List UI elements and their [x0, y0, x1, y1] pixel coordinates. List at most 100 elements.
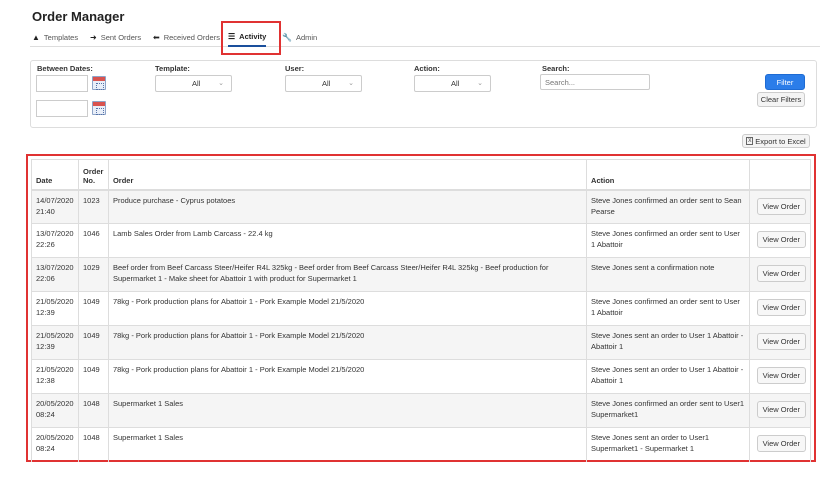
main-nav: ▲ Templates ➜ Sent Orders ⬅ Received Ord…: [30, 28, 820, 47]
cell-date: 21/05/2020 12:39: [31, 325, 79, 360]
table-row: 21/05/2020 12:39 1049 78kg - Pork produc…: [31, 291, 812, 326]
table-header-row: Date Order No. Order Action: [31, 159, 812, 191]
view-order-button[interactable]: View Order: [756, 333, 806, 350]
cell-action: Steve Jones sent an order to User 1 Abat…: [586, 359, 750, 394]
tab-label: Sent Orders: [100, 32, 142, 42]
template-select[interactable]: All ⌄: [155, 75, 232, 92]
search-label: Search:: [542, 64, 570, 73]
cell-button: View Order: [748, 359, 812, 394]
view-order-button[interactable]: View Order: [756, 367, 806, 384]
cell-order-no: 1046: [77, 223, 109, 258]
cell-order-no: 1049: [77, 325, 109, 360]
cell-action: Steve Jones confirmed an order sent to U…: [586, 393, 750, 428]
cell-date: 21/05/2020 12:39: [31, 291, 79, 326]
start-date-input[interactable]: [36, 75, 88, 92]
cell-order: Beef order from Beef Carcass Steer/Heife…: [107, 257, 587, 292]
cell-order: Lamb Sales Order from Lamb Carcass - 22.…: [107, 223, 587, 258]
cell-action: Steve Jones confirmed an order sent to S…: [586, 189, 750, 224]
search-input[interactable]: [540, 74, 650, 90]
tab-label: Admin: [295, 32, 318, 42]
clear-filters-button[interactable]: Clear Filters: [757, 92, 805, 107]
cell-order-no: 1048: [77, 427, 109, 462]
cell-button: View Order: [748, 291, 812, 326]
view-order-button[interactable]: View Order: [756, 197, 806, 215]
cell-date: 13/07/2020 22:26: [31, 223, 79, 258]
export-label: Export to Excel: [755, 136, 806, 146]
action-label: Action:: [414, 64, 440, 73]
export-to-excel-button[interactable]: X Export to Excel: [742, 134, 810, 148]
filter-button[interactable]: Filter: [765, 74, 805, 90]
cell-button: View Order: [748, 257, 812, 292]
cell-order: 78kg - Pork production plans for Abattoi…: [107, 359, 587, 394]
cell-order: 78kg - Pork production plans for Abattoi…: [107, 325, 587, 360]
cell-button: View Order: [748, 189, 812, 224]
chevron-down-icon: ⌄: [218, 80, 224, 87]
cell-order: Supermarket 1 Sales: [107, 393, 587, 428]
template-select-value: All: [192, 79, 201, 88]
between-dates-label: Between Dates:: [37, 64, 93, 73]
cell-button: View Order: [748, 223, 812, 258]
hat-icon: ▲: [32, 32, 40, 42]
header-order: Order: [107, 159, 587, 191]
view-order-button[interactable]: View Order: [756, 265, 806, 282]
cell-order-no: 1049: [77, 291, 109, 326]
cell-order: 78kg - Pork production plans for Abattoi…: [107, 291, 587, 326]
cell-action: Steve Jones sent an order to User 1 Abat…: [586, 325, 750, 360]
tab-admin[interactable]: 🔧 Admin: [282, 28, 317, 46]
arrow-left-icon: ⬅: [153, 32, 160, 42]
user-select[interactable]: All ⌄: [285, 75, 362, 92]
cell-order-no: 1023: [77, 189, 109, 224]
cell-date: 21/05/2020 12:38: [31, 359, 79, 394]
cell-order: Supermarket 1 Sales: [107, 427, 587, 462]
cell-order-no: 1049: [77, 359, 109, 394]
tab-templates[interactable]: ▲ Templates: [32, 28, 78, 46]
table-row: 14/07/2020 21:40 1023 Produce purchase -…: [31, 189, 812, 224]
chevron-down-icon: ⌄: [477, 80, 483, 87]
table-row: 20/05/2020 08:24 1048 Supermarket 1 Sale…: [31, 427, 812, 462]
cell-order-no: 1048: [77, 393, 109, 428]
cell-button: View Order: [748, 325, 812, 360]
template-label: Template:: [155, 64, 190, 73]
header-action: Action: [586, 159, 750, 191]
cell-date: 13/07/2020 22:06: [31, 257, 79, 292]
cell-action: Steve Jones confirmed an order sent to U…: [586, 291, 750, 326]
action-select[interactable]: All ⌄: [414, 75, 491, 92]
excel-icon: X: [746, 137, 754, 145]
table-row: 13/07/2020 22:26 1046 Lamb Sales Order f…: [31, 223, 812, 258]
cell-button: View Order: [748, 393, 812, 428]
activity-tab-highlight: [221, 21, 281, 55]
cell-action: Steve Jones sent a confirmation note: [586, 257, 750, 292]
activity-table-highlight: Date Order No. Order Action 14/07/2020 2…: [26, 154, 816, 462]
cell-date: 14/07/2020 21:40: [31, 189, 79, 224]
tab-received-orders[interactable]: ⬅ Received Orders: [153, 28, 220, 46]
end-date-input[interactable]: [36, 100, 88, 117]
chevron-down-icon: ⌄: [348, 80, 354, 87]
tab-sent-orders[interactable]: ➜ Sent Orders: [90, 28, 141, 46]
wrench-icon: 🔧: [282, 32, 292, 42]
action-select-value: All: [451, 79, 460, 88]
cell-date: 20/05/2020 08:24: [31, 427, 79, 462]
table-row: 21/05/2020 12:38 1049 78kg - Pork produc…: [31, 359, 812, 394]
calendar-icon[interactable]: [92, 76, 106, 90]
cell-action: Steve Jones sent an order to User1 Super…: [586, 427, 750, 462]
page-title: Order Manager: [32, 9, 125, 24]
arrow-right-icon: ➜: [90, 32, 97, 42]
header-buttons: [748, 159, 812, 191]
view-order-button[interactable]: View Order: [756, 231, 806, 248]
user-label: User:: [285, 64, 305, 73]
view-order-button[interactable]: View Order: [756, 299, 806, 316]
activity-table: Date Order No. Order Action 14/07/2020 2…: [31, 159, 812, 462]
user-select-value: All: [322, 79, 331, 88]
view-order-button[interactable]: View Order: [756, 401, 806, 418]
calendar-icon[interactable]: [92, 101, 106, 115]
view-order-button[interactable]: View Order: [756, 435, 806, 452]
cell-order-no: 1029: [77, 257, 109, 292]
cell-action: Steve Jones confirmed an order sent to U…: [586, 223, 750, 258]
header-date: Date: [31, 159, 79, 191]
cell-button: View Order: [748, 427, 812, 462]
cell-date: 20/05/2020 08:24: [31, 393, 79, 428]
table-row: 21/05/2020 12:39 1049 78kg - Pork produc…: [31, 325, 812, 360]
tab-label: Received Orders: [163, 32, 220, 42]
tab-label: Templates: [43, 32, 79, 42]
cell-order: Produce purchase - Cyprus potatoes: [107, 189, 587, 224]
